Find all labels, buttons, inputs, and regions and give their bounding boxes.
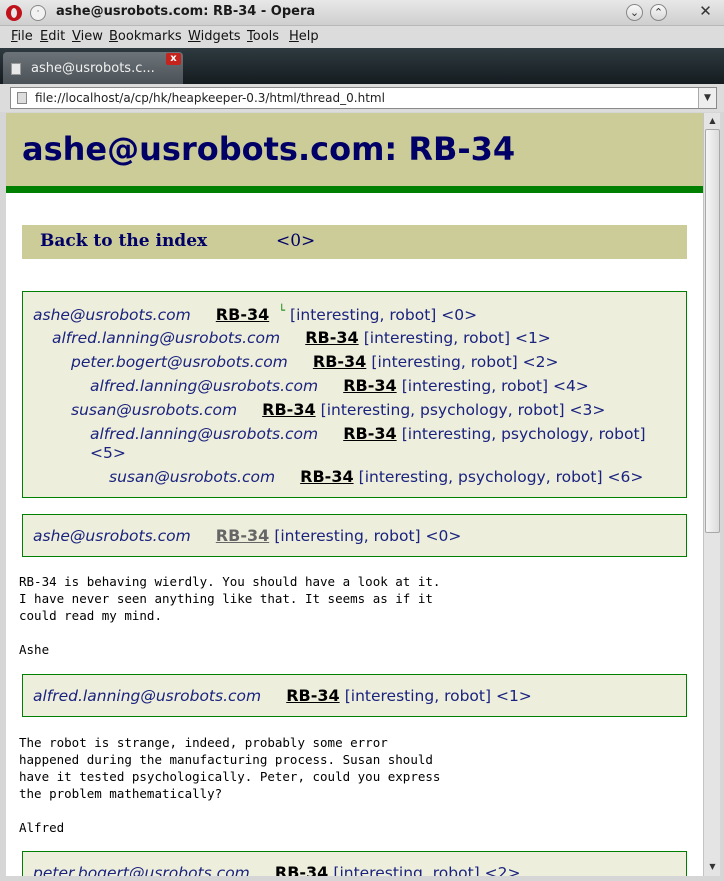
thread-author[interactable]: alfred.lanning@usrobots.com bbox=[90, 377, 318, 395]
message-header: alfred.lanning@usrobots.com RB-34 [inter… bbox=[22, 674, 687, 717]
thread-tags[interactable]: [interesting, robot] <0> bbox=[290, 306, 477, 324]
thread-subject-link[interactable]: RB-34 bbox=[300, 467, 353, 486]
menu-edit[interactable]: Edit bbox=[40, 29, 65, 44]
thread-tags[interactable]: [interesting, robot] <2> bbox=[371, 353, 558, 371]
address-bar: file://localhost/a/cp/hk/heapkeeper-0.3/… bbox=[0, 84, 724, 112]
thread-author[interactable]: susan@usrobots.com bbox=[109, 468, 275, 486]
menu-help[interactable]: Help bbox=[289, 29, 319, 44]
thread-author[interactable]: ashe@usrobots.com bbox=[33, 306, 191, 324]
message-body: The robot is strange, indeed, probably s… bbox=[19, 735, 441, 835]
thread-subject-link[interactable]: RB-34 bbox=[216, 305, 269, 324]
message-subject-link[interactable]: RB-34 bbox=[216, 526, 269, 545]
tab-close-button[interactable]: x bbox=[166, 53, 181, 65]
page-title: ashe@usrobots.com: RB-34 bbox=[22, 130, 516, 168]
thread-tags[interactable]: [interesting, robot] <1> bbox=[364, 329, 551, 347]
back-to-index-link[interactable]: Back to the index bbox=[40, 231, 207, 251]
thread-subject-link[interactable]: RB-34 bbox=[343, 376, 396, 395]
opera-logo-icon bbox=[6, 5, 22, 21]
thread-subject-link[interactable]: RB-34 bbox=[343, 424, 396, 443]
thread-tags[interactable]: [interesting, psychology, robot] <6> bbox=[359, 468, 644, 486]
message-author[interactable]: peter.bogert@usrobots.com bbox=[33, 864, 250, 876]
menu-tools[interactable]: Tools bbox=[247, 29, 279, 44]
thread-branch-icon: └ bbox=[278, 304, 285, 317]
message-header-line: alfred.lanning@usrobots.com RB-34 [inter… bbox=[33, 686, 532, 705]
message-author[interactable]: ashe@usrobots.com bbox=[33, 527, 191, 545]
minimize-button[interactable]: ⌄ bbox=[626, 4, 643, 21]
tab-strip: ashe@usrobots.c... x bbox=[0, 48, 724, 84]
page-viewport: ashe@usrobots.com: RB-34 Back to the ind… bbox=[6, 113, 703, 876]
tab-thread[interactable]: ashe@usrobots.c... x bbox=[3, 52, 183, 84]
message-tags[interactable]: [interesting, robot] <0> bbox=[274, 527, 461, 545]
thread-tags[interactable]: [interesting, robot] <4> bbox=[402, 377, 589, 395]
window-menu-icon[interactable]: · bbox=[30, 5, 46, 21]
thread-author[interactable]: alfred.lanning@usrobots.com bbox=[52, 329, 280, 347]
thread-author[interactable]: peter.bogert@usrobots.com bbox=[71, 353, 288, 371]
address-field[interactable]: file://localhost/a/cp/hk/heapkeeper-0.3/… bbox=[10, 87, 717, 109]
thread-item: susan@usrobots.com RB-34 [interesting, p… bbox=[109, 467, 643, 486]
maximize-button[interactable]: ⌃ bbox=[650, 4, 667, 21]
thread-subject-link[interactable]: RB-34 bbox=[262, 400, 315, 419]
message-subject-link[interactable]: RB-34 bbox=[286, 686, 339, 705]
thread-item: alfred.lanning@usrobots.com RB-34 [inter… bbox=[90, 376, 589, 395]
window-title: ashe@usrobots.com: RB-34 - Opera bbox=[56, 4, 316, 19]
menu-bookmarks[interactable]: Bookmarks bbox=[109, 29, 182, 44]
thread-item: alfred.lanning@usrobots.com RB-34 [inter… bbox=[90, 424, 646, 443]
thread-subject-link[interactable]: RB-34 bbox=[305, 328, 358, 347]
scroll-up-icon[interactable]: ▲ bbox=[705, 113, 720, 128]
menu-widgets[interactable]: Widgets bbox=[188, 29, 241, 44]
thread-tags[interactable]: [interesting, psychology, robot] bbox=[402, 425, 646, 443]
back-bar: Back to the index <0> bbox=[22, 225, 687, 259]
thread-item: peter.bogert@usrobots.com RB-34 [interes… bbox=[71, 352, 558, 371]
close-window-button[interactable]: ✕ bbox=[697, 4, 714, 21]
message-header: ashe@usrobots.com RB-34 [interesting, ro… bbox=[22, 514, 687, 557]
address-url[interactable]: file://localhost/a/cp/hk/heapkeeper-0.3/… bbox=[35, 91, 385, 105]
menu-view[interactable]: View bbox=[72, 29, 103, 44]
thread-subject-link[interactable]: RB-34 bbox=[313, 352, 366, 371]
message-author[interactable]: alfred.lanning@usrobots.com bbox=[33, 687, 261, 705]
header-divider bbox=[6, 186, 703, 193]
thread-tags-continued[interactable]: <5> bbox=[90, 444, 126, 462]
menu-bar: File Edit View Bookmarks Widgets Tools H… bbox=[0, 26, 724, 48]
document-icon bbox=[11, 63, 21, 75]
message-tags[interactable]: [interesting, robot] <2> bbox=[333, 864, 520, 876]
thread-root-link[interactable]: <0> bbox=[276, 231, 315, 251]
window-title-bar: · ashe@usrobots.com: RB-34 - Opera ⌄ ⌃ ✕ bbox=[0, 0, 724, 26]
thread-item: ashe@usrobots.com RB-34 └ [interesting, … bbox=[33, 304, 477, 324]
vertical-scrollbar[interactable]: ▲ ▼ bbox=[703, 113, 720, 876]
thread-author[interactable]: susan@usrobots.com bbox=[71, 401, 237, 419]
menu-file[interactable]: File bbox=[11, 29, 33, 44]
message-header-line: peter.bogert@usrobots.com RB-34 [interes… bbox=[33, 863, 520, 876]
thread-summary: ashe@usrobots.com RB-34 └ [interesting, … bbox=[22, 291, 687, 498]
message-header-line: ashe@usrobots.com RB-34 [interesting, ro… bbox=[33, 526, 461, 545]
thread-item: alfred.lanning@usrobots.com RB-34 [inter… bbox=[52, 328, 551, 347]
scrollbar-thumb[interactable] bbox=[705, 129, 720, 533]
thread-item-continuation: <5> bbox=[90, 443, 126, 462]
address-dropdown-button[interactable]: ▼ bbox=[698, 88, 716, 108]
page-icon bbox=[17, 92, 27, 104]
scroll-down-icon[interactable]: ▼ bbox=[705, 859, 720, 874]
page-header: ashe@usrobots.com: RB-34 bbox=[6, 113, 703, 186]
tab-title: ashe@usrobots.c... bbox=[31, 61, 155, 76]
message-body: RB-34 is behaving wierdly. You should ha… bbox=[19, 574, 441, 657]
message-header: peter.bogert@usrobots.com RB-34 [interes… bbox=[22, 851, 687, 876]
message-tags[interactable]: [interesting, robot] <1> bbox=[345, 687, 532, 705]
thread-tags[interactable]: [interesting, psychology, robot] <3> bbox=[321, 401, 606, 419]
thread-author[interactable]: alfred.lanning@usrobots.com bbox=[90, 425, 318, 443]
thread-item: susan@usrobots.com RB-34 [interesting, p… bbox=[71, 400, 605, 419]
message-subject-link[interactable]: RB-34 bbox=[275, 863, 328, 876]
